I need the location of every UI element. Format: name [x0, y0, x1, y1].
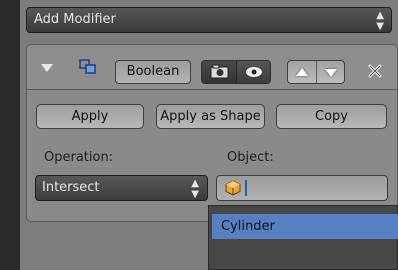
- popup-item-cylinder[interactable]: Cylinder: [212, 214, 398, 239]
- up-down-arrows-icon: ▲ ▼: [191, 178, 199, 200]
- object-label: Object:: [227, 150, 274, 165]
- add-modifier-dropdown[interactable]: Add Modifier ▲ ▼: [26, 7, 392, 33]
- collapse-triangle-icon[interactable]: [41, 64, 53, 72]
- operation-label: Operation:: [44, 150, 114, 165]
- viewport-toggle-button[interactable]: [237, 61, 270, 83]
- operation-select[interactable]: Intersect ▲ ▼: [35, 175, 208, 201]
- object-input[interactable]: [216, 175, 388, 201]
- mesh-object-icon: [225, 180, 241, 196]
- apply-as-shape-button[interactable]: Apply as Shape: [156, 104, 265, 129]
- move-down-button[interactable]: [317, 61, 345, 83]
- text-caret: [245, 180, 247, 196]
- close-icon[interactable]: [365, 60, 385, 82]
- move-modifier-group: [287, 60, 345, 84]
- visibility-toggle-group: [201, 60, 271, 84]
- triangle-down-icon: [324, 69, 337, 77]
- move-up-button[interactable]: [288, 61, 317, 83]
- object-search-popup: Cylinder: [208, 205, 398, 270]
- render-toggle-button[interactable]: [202, 61, 237, 83]
- eye-icon: [246, 67, 262, 77]
- camera-icon: [210, 64, 229, 79]
- operation-value: Intersect: [42, 180, 100, 195]
- left-dark-strip: [0, 0, 20, 270]
- add-modifier-label: Add Modifier: [34, 12, 116, 27]
- boolean-modifier-icon: [79, 59, 96, 74]
- up-down-arrows-icon: ▲ ▼: [376, 10, 384, 32]
- copy-button[interactable]: Copy: [276, 104, 387, 129]
- triangle-up-icon: [296, 68, 308, 76]
- modifier-name-field[interactable]: Boolean: [115, 60, 191, 84]
- apply-button[interactable]: Apply: [36, 104, 144, 129]
